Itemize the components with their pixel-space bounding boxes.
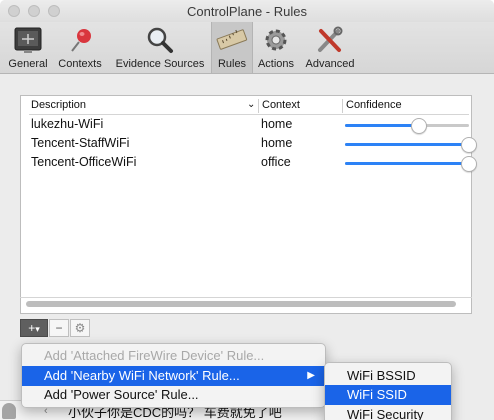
- add-rule-menu: Add 'Attached FireWire Device' Rule... A…: [21, 343, 326, 408]
- add-rule-button[interactable]: +▾: [20, 319, 48, 337]
- submenu-item-ssid[interactable]: WiFi SSID: [325, 385, 451, 405]
- menu-item-label: Add 'Attached FireWire Device' Rule...: [44, 348, 265, 363]
- tab-contexts[interactable]: Contexts: [54, 22, 106, 73]
- slider-knob[interactable]: [411, 118, 427, 134]
- wifi-submenu: WiFi BSSID WiFi SSID WiFi Security: [324, 362, 452, 420]
- col-context[interactable]: Context: [262, 99, 300, 111]
- gear-icon: ⚙: [74, 321, 86, 335]
- tab-advanced[interactable]: Advanced: [301, 22, 359, 73]
- rule-context: home: [261, 136, 293, 150]
- table-header: Description ⌄ Context Confidence: [29, 98, 469, 115]
- chevron-down-icon: ▾: [35, 324, 40, 334]
- confidence-slider[interactable]: [345, 156, 477, 172]
- column-divider[interactable]: [342, 99, 343, 113]
- tab-general[interactable]: General: [4, 22, 52, 73]
- ruler-icon: [216, 29, 248, 50]
- preferences-toolbar: General Contexts Evidence Sources Rules: [0, 22, 494, 74]
- rule-description: Tencent-StaffWiFi: [31, 136, 130, 150]
- tab-actions-label: Actions: [257, 58, 295, 70]
- tab-advanced-label: Advanced: [305, 58, 355, 70]
- table-row[interactable]: lukezhu-WiFi home: [29, 116, 469, 135]
- table-row[interactable]: Tencent-OfficeWiFi office: [29, 154, 477, 173]
- table-row[interactable]: Tencent-StaffWiFi home: [29, 135, 477, 154]
- rule-description: Tencent-OfficeWiFi: [31, 155, 137, 169]
- submenu-item-label: WiFi SSID: [347, 387, 407, 402]
- window-title: ControlPlane - Rules: [187, 4, 307, 19]
- title-bar: ControlPlane - Rules: [0, 0, 494, 22]
- rules-window: ControlPlane - Rules General Contexts Ev…: [0, 0, 494, 420]
- tab-general-label: General: [8, 58, 48, 70]
- minus-icon: −: [55, 321, 63, 335]
- tools-icon: [318, 26, 343, 52]
- action-button[interactable]: ⚙: [70, 319, 90, 337]
- menu-item-nearby-wifi[interactable]: Add 'Nearby WiFi Network' Rule... ▶: [22, 366, 325, 386]
- gear-icon: [265, 29, 287, 51]
- tab-rules-label: Rules: [217, 58, 247, 70]
- tab-evidence-sources[interactable]: Evidence Sources: [109, 22, 211, 73]
- magnifier-icon: [147, 27, 173, 53]
- slider-knob[interactable]: [461, 156, 477, 172]
- submenu-item-security[interactable]: WiFi Security: [325, 405, 451, 420]
- tab-contexts-label: Contexts: [58, 58, 102, 70]
- col-confidence[interactable]: Confidence: [346, 99, 402, 111]
- rule-context: home: [261, 117, 293, 131]
- submenu-item-bssid[interactable]: WiFi BSSID: [325, 366, 451, 386]
- menu-item-power-source[interactable]: Add 'Power Source' Rule...: [22, 385, 325, 405]
- menu-item-label: Add 'Nearby WiFi Network' Rule...: [44, 368, 240, 383]
- pushpin-icon: [71, 29, 91, 52]
- col-description[interactable]: Description: [31, 99, 86, 111]
- menu-item-firewire[interactable]: Add 'Attached FireWire Device' Rule...: [22, 346, 325, 366]
- rule-description: lukezhu-WiFi: [31, 117, 104, 131]
- submenu-item-label: WiFi Security: [347, 407, 424, 420]
- confidence-slider[interactable]: [345, 118, 469, 134]
- tab-evidence-sources-label: Evidence Sources: [115, 58, 205, 70]
- slider-fill: [345, 124, 419, 127]
- submenu-item-label: WiFi BSSID: [347, 368, 416, 383]
- menu-item-label: Add 'Power Source' Rule...: [44, 387, 199, 402]
- slider-fill: [345, 143, 469, 146]
- slider-fill: [345, 162, 469, 165]
- horizontal-scrollbar[interactable]: [26, 301, 456, 307]
- rules-table: Description ⌄ Context Confidence lukezhu…: [20, 95, 477, 314]
- rule-context: office: [261, 155, 291, 169]
- slider-knob[interactable]: [461, 137, 477, 153]
- column-divider[interactable]: [258, 99, 259, 113]
- tab-rules[interactable]: Rules: [211, 22, 253, 73]
- tab-actions[interactable]: Actions: [253, 22, 299, 73]
- general-icon: [14, 27, 42, 53]
- confidence-slider[interactable]: [345, 137, 477, 153]
- remove-rule-button[interactable]: −: [49, 319, 69, 337]
- submenu-arrow-icon: ▶: [307, 370, 315, 381]
- sort-chevron-icon: ⌄: [247, 99, 256, 110]
- avatar: [2, 403, 16, 419]
